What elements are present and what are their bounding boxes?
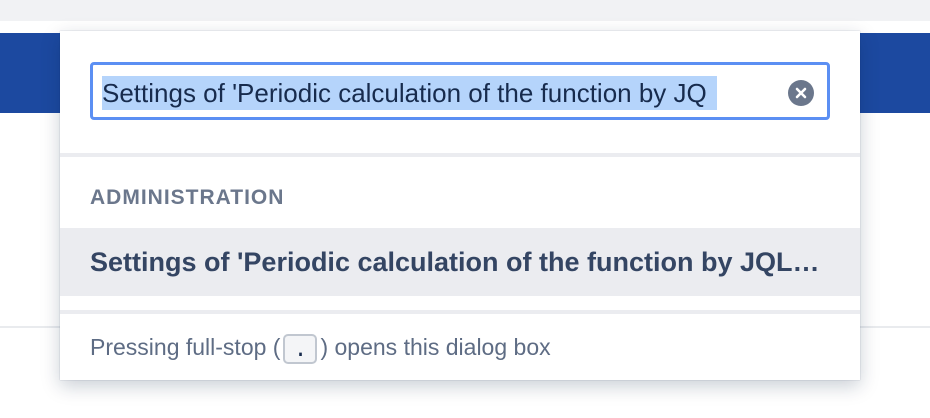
clear-icon[interactable] [788,80,814,106]
quick-search-dialog: Settings of 'Periodic calculation of the… [60,31,860,380]
footer-hint: Pressing full-stop (.) opens this dialog… [90,331,551,364]
result-item[interactable]: Settings of 'Periodic calculation of the… [60,228,860,296]
footer-text-before: Pressing full-stop ( [90,334,281,360]
keyboard-key: . [283,333,318,364]
section-heading: ADMINISTRATION [90,186,285,209]
search-input[interactable]: Settings of 'Periodic calculation of the… [90,62,830,120]
footer-text-after: ) opens this dialog box [320,334,551,360]
search-area: Settings of 'Periodic calculation of the… [60,31,860,151]
clear-x-glyph [795,87,807,99]
background-top-bar [0,0,930,21]
search-input-value[interactable]: Settings of 'Periodic calculation of the… [102,76,717,110]
separator [60,153,860,157]
separator [60,310,860,314]
result-item-label[interactable]: Settings of 'Periodic calculation of the… [90,245,825,279]
